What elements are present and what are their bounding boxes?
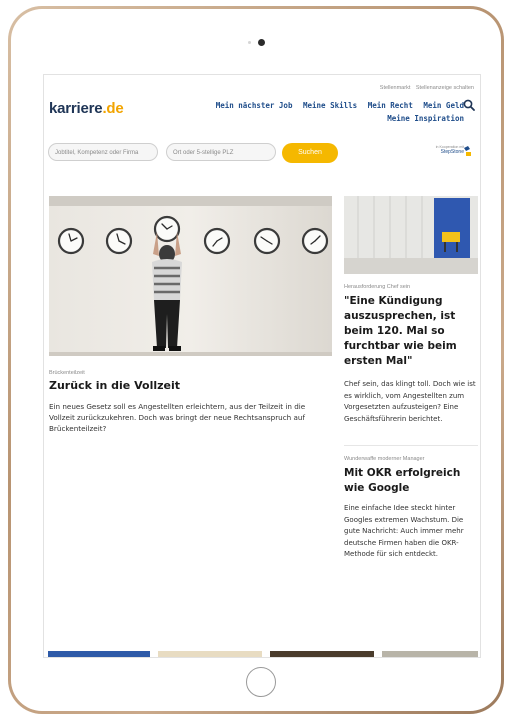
nav-row-2: Meine Inspiration (164, 112, 464, 125)
nav-item-mein-naechster-job[interactable]: Mein nächster Job (216, 101, 293, 110)
logo-suffix: .de (102, 100, 124, 117)
nav-item-meine-inspiration[interactable]: Meine Inspiration (387, 114, 464, 123)
logo-wordmark: karriere (49, 100, 103, 117)
site-logo[interactable]: karriere.de (49, 100, 124, 117)
nav-item-mein-geld[interactable]: Mein Geld (423, 101, 464, 110)
top-links: Stellenmarkt Stellenanzeige schalten (376, 85, 474, 91)
browser-screen: Stellenmarkt Stellenanzeige schalten kar… (43, 74, 481, 658)
hero-image-clocks[interactable] (49, 196, 332, 356)
main-article-teaser: Ein neues Gesetz soll es Angestellten er… (49, 402, 306, 433)
thumbnail-2[interactable] (158, 651, 262, 657)
stepstone-partner-logo[interactable]: in Kooperation mit StepStone (426, 143, 474, 163)
side-article-2-headline[interactable]: Mit OKR erfolgreich wie Google (344, 466, 478, 496)
side-article-1-kicker: Herausforderung Chef sein (344, 284, 411, 290)
side-article-1-teaser: Chef sein, das klingt toll. Doch wie ist… (344, 380, 476, 423)
side-article-2-teaser: Eine einfache Idee steckt hinter Googles… (344, 504, 464, 559)
article-divider (344, 445, 478, 446)
side-image-office[interactable] (344, 196, 478, 274)
main-navigation: Mein nächster Job Meine Skills Mein Rech… (164, 99, 464, 125)
search-button[interactable]: Suchen (282, 143, 338, 163)
job-title-input[interactable]: Jobtitel, Kompetenz oder Firma (48, 143, 158, 161)
top-link-stellenanzeige[interactable]: Stellenanzeige schalten (416, 85, 474, 91)
thumbnail-1[interactable] (48, 651, 150, 657)
side-article-1-headline[interactable]: "Eine Kündigung auszusprechen, ist beim … (344, 294, 478, 369)
top-link-stellenmarkt[interactable]: Stellenmarkt (380, 85, 411, 91)
main-article-kicker: Brückenteilzeit (49, 370, 85, 376)
nav-item-meine-skills[interactable]: Meine Skills (303, 101, 357, 110)
search-icon[interactable] (463, 99, 475, 111)
nav-row-1: Mein nächster Job Meine Skills Mein Rech… (164, 99, 464, 112)
location-input[interactable]: Ort oder 5-stellige PLZ (166, 143, 276, 161)
thumbnail-3[interactable] (270, 651, 374, 657)
main-article-headline[interactable]: Zurück in die Vollzeit (49, 379, 332, 392)
home-button[interactable] (246, 667, 276, 697)
nav-item-mein-recht[interactable]: Mein Recht (368, 101, 413, 110)
partner-brand: StepStone (440, 149, 464, 155)
front-camera (258, 39, 265, 46)
job-search-bar: Jobtitel, Kompetenz oder Firma Ort oder … (48, 143, 478, 163)
more-articles-thumbnails (44, 651, 480, 657)
front-sensor (248, 41, 251, 44)
side-article-2-kicker: Wunderwaffe moderner Manager (344, 456, 425, 462)
thumbnail-4[interactable] (382, 651, 478, 657)
